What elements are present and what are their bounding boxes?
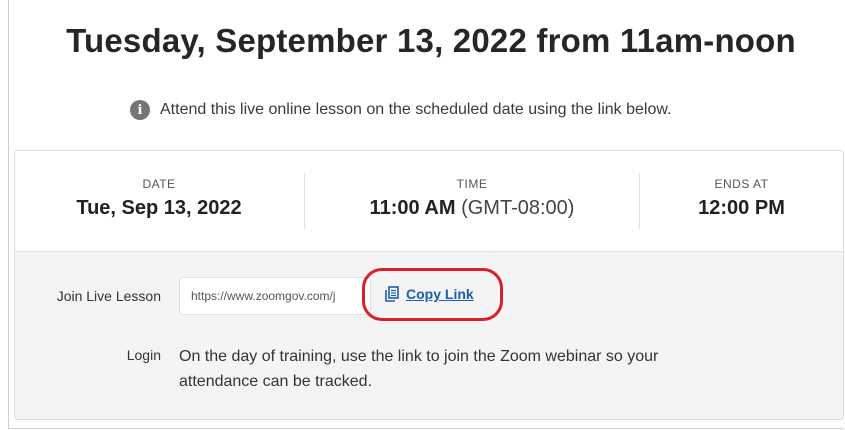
date-label: DATE xyxy=(142,177,176,191)
time-value: 11:00 AM xyxy=(369,197,456,219)
time-label: TIME xyxy=(456,177,488,191)
time-value-row: 11:00 AM (GMT-08:00) xyxy=(305,197,639,220)
schedule-panel: DATE Tue, Sep 13, 2022 TIME 11:00 AM (GM… xyxy=(15,151,843,252)
join-label: Join Live Lesson xyxy=(56,288,161,304)
notice-text: Attend this live online lesson on the sc… xyxy=(160,101,672,118)
time-zone: (GMT-08:00) xyxy=(461,197,575,219)
join-url-field[interactable]: https://www.zoomgov.com/j xyxy=(179,277,371,315)
copy-icon xyxy=(385,286,399,302)
lesson-card: DATE Tue, Sep 13, 2022 TIME 11:00 AM (GM… xyxy=(14,150,844,420)
notice-row: i Attend this live online lesson on the … xyxy=(130,98,671,122)
ends-column: ENDS AT 12:00 PM xyxy=(640,177,843,220)
date-value: Tue, Sep 13, 2022 xyxy=(76,197,242,219)
info-icon: i xyxy=(130,100,150,120)
join-panel xyxy=(15,252,843,419)
page-title: Tuesday, September 13, 2022 from 11am-no… xyxy=(66,22,796,59)
time-column: TIME 11:00 AM (GMT-08:00) xyxy=(305,177,639,220)
ends-value: 12:00 PM xyxy=(698,197,785,219)
login-instructions: On the day of training, use the link to … xyxy=(179,348,659,390)
copy-link-label: Copy Link xyxy=(406,286,474,302)
date-column: DATE Tue, Sep 13, 2022 xyxy=(15,177,303,220)
login-label: Login xyxy=(126,347,161,363)
copy-link-button[interactable]: Copy Link xyxy=(385,286,474,302)
ends-label: ENDS AT xyxy=(714,177,769,191)
